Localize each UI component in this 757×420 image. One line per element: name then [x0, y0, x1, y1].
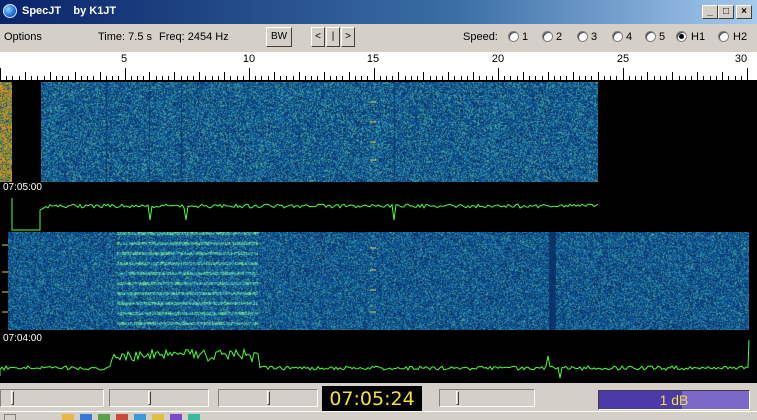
ruler-tick [697, 72, 698, 80]
ruler-tick [50, 72, 51, 80]
prev-button[interactable]: < [311, 27, 325, 47]
app-icon[interactable] [116, 414, 128, 420]
ruler-tick [623, 68, 624, 80]
slider-thumb[interactable] [456, 391, 459, 405]
maximize-button[interactable]: □ [718, 5, 734, 19]
speed-radio-4[interactable] [612, 31, 623, 42]
ruler-tick [374, 68, 375, 80]
ruler-tick [75, 72, 76, 80]
level-meter-label: 1 dB [659, 392, 689, 408]
ruler-tick [349, 72, 350, 80]
speed-radio-h2[interactable] [718, 31, 729, 42]
speed-label-5: 5 [659, 31, 666, 43]
gain-slider-1[interactable] [0, 389, 104, 407]
start-button[interactable] [4, 414, 16, 420]
ruler-tick [523, 72, 524, 80]
bw-button[interactable]: BW [266, 27, 292, 47]
title-bar: SpecJT by K1JT _ □ × [0, 0, 757, 24]
window-title: SpecJT by K1JT [22, 5, 117, 17]
app-icon[interactable] [134, 414, 146, 420]
slider-thumb[interactable] [148, 391, 151, 405]
mid-button[interactable]: | [326, 27, 340, 47]
ruler-tick [448, 72, 449, 80]
ruler-tick [672, 72, 673, 80]
ruler-tick [249, 68, 250, 80]
speed-radio-5[interactable] [645, 31, 656, 42]
signal-trace-bottom [0, 339, 750, 379]
folder-icon[interactable] [62, 414, 74, 420]
app-globe-icon [3, 4, 17, 18]
ruler-tick [398, 72, 399, 80]
ruler-tick [548, 72, 549, 80]
speed-radio-3[interactable] [577, 31, 588, 42]
close-button[interactable]: × [736, 5, 752, 19]
speed-label-h2: H2 [733, 31, 748, 43]
speed-label-4: 4 [626, 31, 633, 43]
ruler-tick [747, 68, 748, 80]
next-button[interactable]: > [341, 27, 355, 47]
app-icon[interactable] [188, 414, 200, 420]
slider-thumb[interactable] [267, 391, 270, 405]
signal-trace-top [11, 198, 599, 231]
freq-readout: Freq: 2454 Hz [159, 31, 229, 43]
ruler-tick [299, 72, 300, 80]
ruler-tick [224, 72, 225, 80]
speed-label-3: 3 [591, 31, 598, 43]
speed-label-h1: H1 [691, 31, 706, 43]
speed-radio-2[interactable] [542, 31, 553, 42]
utc-clock: 07:05:24 [322, 386, 422, 412]
ruler-tick [498, 68, 499, 80]
taskbar [0, 411, 757, 420]
time-readout: Time: 7.5 s [98, 31, 152, 43]
ruler-tick [0, 68, 1, 80]
app-icon[interactable] [152, 414, 164, 420]
ruler-label-30: 30 [734, 53, 748, 65]
ruler-tick [25, 72, 26, 80]
ruler-tick [647, 72, 648, 80]
gain-slider-4[interactable] [439, 389, 535, 407]
ruler-label-20: 20 [491, 53, 505, 65]
ruler-tick [199, 72, 200, 80]
gain-slider-2[interactable] [109, 389, 209, 407]
slider-thumb[interactable] [11, 391, 14, 405]
ruler-tick [274, 72, 275, 80]
ruler-label-10: 10 [242, 53, 256, 65]
ruler-tick [573, 72, 574, 80]
browser-icon[interactable] [80, 414, 92, 420]
speed-radio-1[interactable] [508, 31, 519, 42]
app-icon[interactable] [170, 414, 182, 420]
speed-radio-h1[interactable] [676, 31, 687, 42]
ruler-label-15: 15 [366, 53, 380, 65]
speed-label: Speed: [463, 31, 498, 43]
ruler-label-5: 5 [120, 53, 128, 65]
time-scale-ruler: 5 10 15 20 25 30 [0, 52, 757, 80]
gain-slider-3[interactable] [218, 389, 318, 407]
minimize-button[interactable]: _ [702, 5, 718, 19]
ruler-tick [100, 72, 101, 80]
ruler-tick [125, 68, 126, 80]
ruler-tick [722, 72, 723, 80]
waterfall-display[interactable]: 07:05:00 07:04:00 [0, 80, 757, 383]
options-menu[interactable]: Options [4, 31, 42, 43]
ruler-tick [324, 72, 325, 80]
toolbar: Options Time: 7.5 s Freq: 2454 Hz BW < |… [0, 24, 757, 48]
ruler-tick [149, 72, 150, 80]
speed-label-1: 1 [522, 31, 529, 43]
signal-traces [0, 101, 750, 379]
ruler-label-25: 25 [616, 53, 630, 65]
level-meter: 1 dB [598, 390, 750, 410]
speed-label-2: 2 [556, 31, 563, 43]
ruler-tick [423, 72, 424, 80]
app-icon[interactable] [98, 414, 110, 420]
ruler-tick [473, 72, 474, 80]
ruler-tick [598, 72, 599, 80]
ruler-tick [174, 72, 175, 80]
